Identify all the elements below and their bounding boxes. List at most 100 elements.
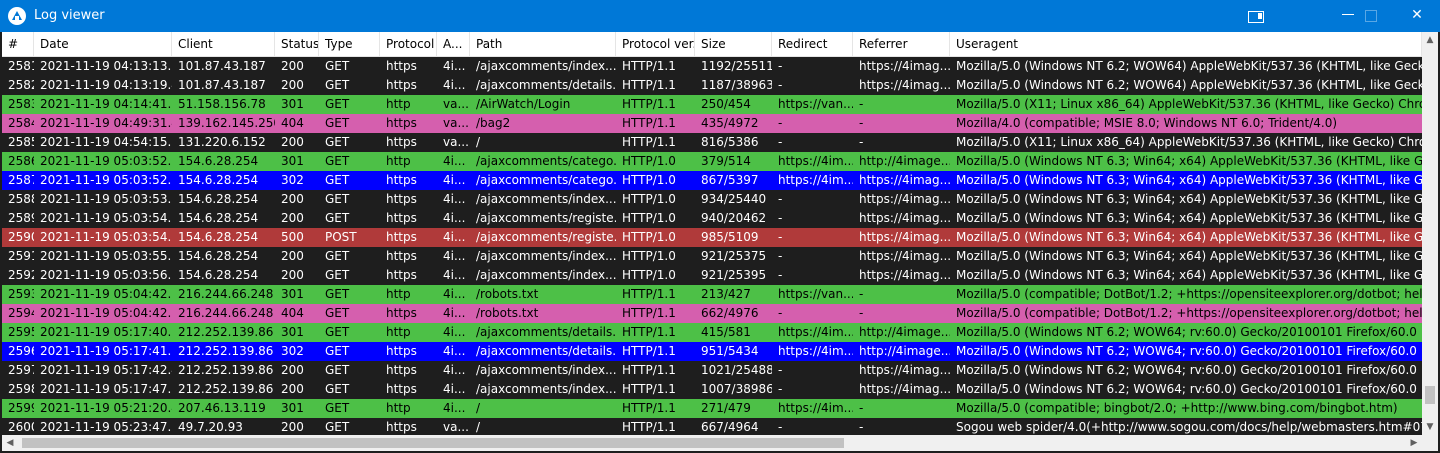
- cell-date: 2021-11-19 05:17:41.129: [40, 344, 172, 358]
- table-row[interactable]: 2600 2021-11-19 05:23:47.052 49.7.20.93 200…: [2, 418, 1422, 435]
- cell-type: GET: [325, 154, 350, 168]
- cell-id: 2589: [8, 211, 34, 225]
- cell-date: 2021-11-19 05:03:52.994: [40, 173, 172, 187]
- column-header-redirect[interactable]: Redirect: [772, 32, 853, 56]
- column-header-referrer[interactable]: Referrer: [853, 32, 950, 56]
- horizontal-scrollbar[interactable]: ◀ ▶: [2, 435, 1422, 451]
- table-row[interactable]: 2582 2021-11-19 04:13:19.426 101.87.43.187…: [2, 76, 1422, 95]
- table-row[interactable]: 2597 2021-11-19 05:17:42.408 212.252.139.8…: [2, 361, 1422, 380]
- cell-a: 4i...: [443, 154, 466, 168]
- table-row[interactable]: 2586 2021-11-19 05:03:52.576 154.6.28.254 3…: [2, 152, 1422, 171]
- table-row[interactable]: 2592 2021-11-19 05:03:56.588 154.6.28.254 2…: [2, 266, 1422, 285]
- column-header-a[interactable]: A...: [437, 32, 470, 56]
- cell-type: GET: [325, 249, 350, 263]
- cell-useragent: Mozilla/5.0 (compatible; DotBot/1.2; +ht…: [956, 306, 1422, 320]
- table-row[interactable]: 2589 2021-11-19 05:03:54.054 154.6.28.254 2…: [2, 209, 1422, 228]
- cell-protocol: https: [386, 230, 417, 244]
- cell-path: /ajaxcomments/registe...: [476, 211, 616, 225]
- vertical-scroll-thumb[interactable]: [1425, 386, 1435, 404]
- table-row[interactable]: 2599 2021-11-19 05:21:20.465 207.46.13.119…: [2, 399, 1422, 418]
- horizontal-scroll-thumb[interactable]: [22, 438, 844, 448]
- cell-protocol: https: [386, 268, 417, 282]
- cell-type: GET: [325, 325, 350, 339]
- cell-type: GET: [325, 173, 350, 187]
- cell-date: 2021-11-19 04:14:41.654: [40, 97, 172, 111]
- cell-referrer: -: [859, 287, 864, 301]
- cell-protocol: https: [386, 420, 417, 434]
- maximize-button[interactable]: [1348, 0, 1394, 32]
- table-row[interactable]: 2596 2021-11-19 05:17:41.129 212.252.139.8…: [2, 342, 1422, 361]
- cell-id: 2585: [8, 135, 34, 149]
- column-header-protocol[interactable]: Protocol: [380, 32, 437, 56]
- table-row[interactable]: 2593 2021-11-19 05:04:42.283 216.244.66.24…: [2, 285, 1422, 304]
- cell-client: 212.252.139.86: [178, 382, 274, 396]
- table-row[interactable]: 2588 2021-11-19 05:03:53.501 154.6.28.254 2…: [2, 190, 1422, 209]
- table-row[interactable]: 2591 2021-11-19 05:03:55.035 154.6.28.254 2…: [2, 247, 1422, 266]
- cell-type: GET: [325, 135, 350, 149]
- cell-date: 2021-11-19 05:17:42.408: [40, 363, 172, 377]
- table-row[interactable]: 2594 2021-11-19 05:04:42.690 216.244.66.24…: [2, 304, 1422, 323]
- column-header-protocol-ver[interactable]: Protocol ver.: [616, 32, 695, 56]
- cell-path: /ajaxcomments/catego...: [476, 154, 616, 168]
- cell-status: 200: [281, 382, 304, 396]
- cell-protocol: https: [386, 59, 417, 73]
- cell-useragent: Mozilla/5.0 (Windows NT 6.3; Win64; x64)…: [956, 211, 1422, 225]
- column-header-date[interactable]: Date: [34, 32, 172, 56]
- column-header-path[interactable]: Path: [470, 32, 616, 56]
- cell-referrer: https://4imag...: [859, 268, 950, 282]
- window-special-button[interactable]: [1233, 0, 1279, 32]
- cell-path: /ajaxcomments/details....: [476, 344, 616, 358]
- cell-status: 200: [281, 420, 304, 434]
- cell-status: 302: [281, 344, 304, 358]
- table-row[interactable]: 2587 2021-11-19 05:03:52.994 154.6.28.254 3…: [2, 171, 1422, 190]
- cell-id: 2594: [8, 306, 34, 320]
- cell-client: 101.87.43.187: [178, 59, 266, 73]
- table-row[interactable]: 2584 2021-11-19 04:49:31.459 139.162.145.2…: [2, 114, 1422, 133]
- cell-date: 2021-11-19 05:23:47.052: [40, 420, 172, 434]
- table-row[interactable]: 2595 2021-11-19 05:17:40.290 212.252.139.8…: [2, 323, 1422, 342]
- cell-a: 4i...: [443, 173, 466, 187]
- column-header-status[interactable]: Status: [275, 32, 319, 56]
- cell-path: /ajaxcomments/registe...: [476, 230, 616, 244]
- cell-status: 404: [281, 116, 304, 130]
- cell-useragent: Mozilla/5.0 (Windows NT 6.2; WOW64; rv:6…: [956, 344, 1417, 358]
- scroll-left-icon[interactable]: ◀: [2, 435, 18, 451]
- cell-redirect: -: [778, 382, 783, 396]
- column-header-client[interactable]: Client: [172, 32, 275, 56]
- cell-referrer: https://4imag...: [859, 382, 950, 396]
- cell-type: GET: [325, 116, 350, 130]
- cell-protocol: https: [386, 192, 417, 206]
- cell-client: 154.6.28.254: [178, 211, 259, 225]
- close-button[interactable]: ✕: [1394, 0, 1440, 32]
- cell-a: 4i...: [443, 59, 466, 73]
- column-header-type[interactable]: Type: [319, 32, 380, 56]
- table-row[interactable]: 2598 2021-11-19 05:17:47.194 212.252.139.8…: [2, 380, 1422, 399]
- cell-size: 985/5109: [701, 230, 759, 244]
- cell-useragent: Mozilla/5.0 (Windows NT 6.2; WOW64; rv:6…: [956, 325, 1417, 339]
- cell-a: 4i...: [443, 211, 466, 225]
- cell-status: 200: [281, 135, 304, 149]
- table-row[interactable]: 2583 2021-11-19 04:14:41.654 51.158.156.78…: [2, 95, 1422, 114]
- cell-referrer: https://4imag...: [859, 173, 950, 187]
- scroll-down-icon[interactable]: ▼: [1422, 419, 1438, 435]
- cell-status: 301: [281, 97, 304, 111]
- log-table[interactable]: # Date Client Status Type Protocol A... Path Pro…: [2, 32, 1422, 435]
- table-row[interactable]: 2585 2021-11-19 04:54:15.645 131.220.6.152…: [2, 133, 1422, 152]
- column-header-size[interactable]: Size: [695, 32, 772, 56]
- cell-type: GET: [325, 382, 350, 396]
- cell-referrer: -: [859, 401, 864, 415]
- cell-useragent: Sogou web spider/4.0(+http://www.sogou.c…: [956, 420, 1422, 434]
- cell-date: 2021-11-19 05:03:54.539: [40, 230, 172, 244]
- cell-path: /ajaxcomments/catego...: [476, 173, 616, 187]
- title-bar[interactable]: Log viewer ✕: [0, 0, 1440, 32]
- column-header-id[interactable]: #: [2, 32, 34, 56]
- scroll-right-icon[interactable]: ▶: [1406, 435, 1422, 451]
- table-row[interactable]: 2590 2021-11-19 05:03:54.539 154.6.28.254 5…: [2, 228, 1422, 247]
- vertical-scrollbar[interactable]: ▲ ▼: [1422, 32, 1438, 435]
- cell-client: 212.252.139.86: [178, 344, 274, 358]
- scroll-up-icon[interactable]: ▲: [1422, 32, 1438, 48]
- cell-useragent: Mozilla/5.0 (Windows NT 6.3; Win64; x64)…: [956, 230, 1422, 244]
- table-row[interactable]: 2581 2021-11-19 04:13:13.243 101.87.43.187…: [2, 57, 1422, 76]
- cell-a: 4i...: [443, 230, 466, 244]
- column-header-useragent[interactable]: Useragent: [950, 32, 1422, 56]
